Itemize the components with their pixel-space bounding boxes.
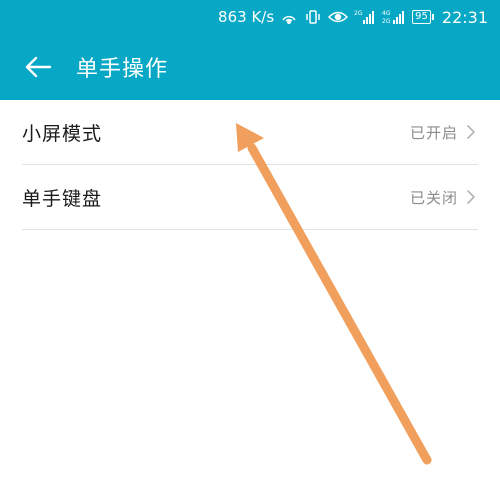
signal-2g-label: 2G bbox=[354, 10, 363, 17]
chevron-right-icon bbox=[466, 188, 478, 206]
battery-icon: 95 bbox=[412, 10, 434, 24]
setting-label: 单手键盘 bbox=[22, 187, 103, 210]
settings-list: 小屏模式 已开启 单手键盘 已关闭 bbox=[0, 100, 500, 230]
arrow-left-icon bbox=[25, 56, 52, 78]
back-button[interactable] bbox=[18, 47, 58, 87]
eye-comfort-icon bbox=[328, 10, 349, 24]
battery-level: 95 bbox=[412, 10, 431, 24]
signal-2g-sub-label: 2G bbox=[382, 18, 391, 25]
signal-2g-icon: 2G bbox=[354, 9, 376, 25]
hotspot-icon bbox=[280, 9, 298, 25]
clock: 22:31 bbox=[441, 7, 488, 27]
battery-tip bbox=[431, 14, 434, 20]
setting-row-one-hand-keyboard[interactable]: 单手键盘 已关闭 bbox=[22, 165, 478, 230]
signal-4g-icon: 4G 2G bbox=[382, 9, 406, 25]
vibrate-icon bbox=[304, 9, 322, 25]
page-title: 单手操作 bbox=[76, 57, 169, 82]
setting-label: 小屏模式 bbox=[22, 122, 103, 145]
setting-status: 已开启 bbox=[409, 123, 458, 142]
network-speed: 863 K/s bbox=[218, 8, 275, 26]
app-bar: 单手操作 bbox=[0, 34, 500, 100]
setting-row-small-screen[interactable]: 小屏模式 已开启 bbox=[22, 100, 478, 165]
setting-status: 已关闭 bbox=[409, 188, 458, 207]
chevron-right-icon bbox=[466, 123, 478, 141]
signal-4g-label: 4G bbox=[382, 10, 391, 17]
status-bar: 863 K/s 2G 4G 2G 95 22:31 bbox=[0, 0, 500, 34]
